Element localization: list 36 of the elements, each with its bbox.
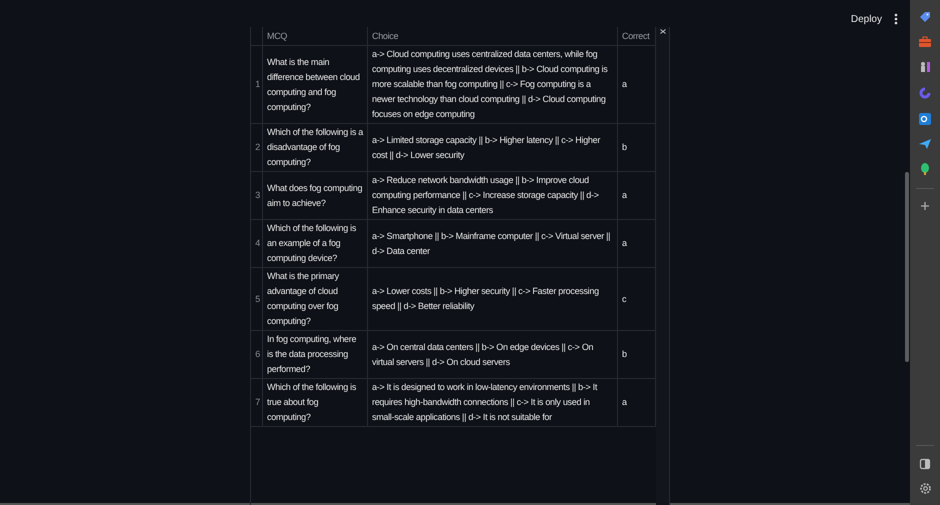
row-index: 4 bbox=[251, 220, 263, 267]
table-cell: a-> Limited storage capacity || b-> Higher latency || c-> Higher cost || d-> Lower security bbox=[368, 124, 618, 171]
chess-piece-icon[interactable] bbox=[918, 60, 932, 74]
row-index: 3 bbox=[251, 172, 263, 219]
table-cell: In fog computing, where is the data processing performed? bbox=[263, 331, 368, 378]
table-cell: a-> Cloud computing uses centralized data centers, while fog computing uses decentralized devices || b-> Cloud computing is more scalable than fog computing || c-> Fog computing is a newer technology than cloud computing || d-> Cloud computing focuses on edge computing bbox=[368, 46, 618, 123]
table-cell: Which of the following is an example of a fog computing device? bbox=[263, 220, 368, 267]
table-cell: a-> Lower costs || b-> Higher security || c-> Faster processing speed || d-> Better reliability bbox=[368, 268, 618, 330]
tag-icon[interactable] bbox=[918, 10, 932, 24]
table-cell: a-> Reduce network bandwidth usage || b-> Improve cloud computing performance || c-> Increase storage capacity || d-> Enhance security in data centers bbox=[368, 172, 618, 219]
table-cell: What does fog computing aim to achieve? bbox=[263, 172, 368, 219]
table-cell: Which of the following is true about fog computing? bbox=[263, 379, 368, 426]
row-index: 7 bbox=[251, 379, 263, 426]
paper-plane-icon[interactable] bbox=[918, 138, 932, 150]
toolbox-icon[interactable] bbox=[918, 36, 932, 48]
sidebar-panel-icon[interactable] bbox=[919, 458, 931, 470]
add-icon[interactable] bbox=[920, 201, 930, 211]
table-cell: What is the primary advantage of cloud computing over fog computing? bbox=[263, 268, 368, 330]
column-header[interactable]: MCQ bbox=[263, 27, 368, 45]
toolbar-icon[interactable] bbox=[660, 29, 666, 34]
mail-app-icon[interactable] bbox=[918, 112, 932, 126]
scrollbar-thumb[interactable] bbox=[905, 172, 909, 362]
deploy-button[interactable]: Deploy bbox=[850, 14, 882, 24]
row-index: 1 bbox=[251, 46, 263, 123]
table-cell: Which of the following is a disadvantage of fog computing? bbox=[263, 124, 368, 171]
row-index: 2 bbox=[251, 124, 263, 171]
table-cell: a-> On central data centers || b-> On edge devices || c-> On virtual servers || d-> On cloud servers bbox=[368, 331, 618, 378]
table-cell: a-> It is designed to work in low-latency environments || b-> It requires high-bandwidth connections || c-> It is only used in small-scale applications || d-> It is not suitable for bbox=[368, 379, 618, 426]
column-header[interactable]: Choice bbox=[368, 27, 618, 45]
more-options-icon[interactable] bbox=[894, 13, 898, 25]
table-cell: a-> Smartphone || b-> Mainframe computer || c-> Virtual server || d-> Data center bbox=[368, 220, 618, 267]
settings-icon[interactable] bbox=[918, 482, 932, 495]
table-cell: What is the main difference between cloud computing and fog computing? bbox=[263, 46, 368, 123]
row-index: 5 bbox=[251, 268, 263, 330]
row-index: 6 bbox=[251, 331, 263, 378]
tree-icon[interactable] bbox=[919, 162, 931, 176]
